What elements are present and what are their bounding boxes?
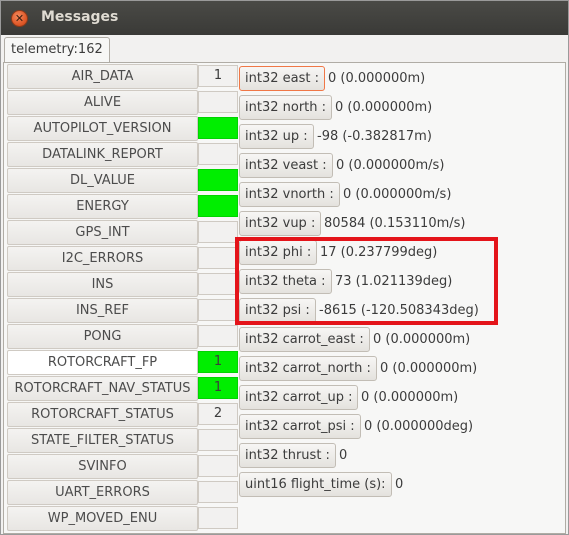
message-status-indicator: 1 [198,377,238,399]
message-status-indicator: 1 [198,65,238,87]
field-row: int32 east :0 (0.000000m) [239,64,565,93]
message-status-indicator [198,507,238,529]
message-row[interactable]: DL_VALUE [7,168,238,194]
field-label-button[interactable]: int32 carrot_north : [239,356,377,381]
field-row: uint16 flight_time (s): 0 [239,470,565,499]
message-row[interactable]: STATE_FILTER_STATUS [7,428,238,454]
message-status-indicator [198,299,238,321]
field-value: 0 (0.000000m) [335,100,433,115]
field-label-button[interactable]: int32 east : [239,66,325,91]
field-value: 0 (0.000000deg) [364,419,474,434]
message-name[interactable]: ALIVE [7,90,198,115]
message-row[interactable]: SVINFO [7,454,238,480]
message-status-indicator [198,117,238,139]
message-name[interactable]: DL_VALUE [7,168,198,193]
message-row[interactable]: AIR_DATA 1 [7,64,238,90]
message-status-indicator [198,143,238,165]
message-name[interactable]: WP_MOVED_ENU [7,506,198,531]
message-status-indicator: 1 [198,351,238,373]
message-name[interactable]: AUTOPILOT_VERSION [7,116,198,141]
message-name[interactable]: AIR_DATA [7,64,198,89]
field-label-button[interactable]: int32 carrot_east : [239,327,370,352]
message-name[interactable]: INS [7,272,198,297]
message-status-indicator [198,195,238,217]
field-row: int32 up : -98 (-0.382817m) [239,122,565,151]
messages-window: ✕ Messages telemetry:162 AIR_DATA 1 ALIVE A… [0,0,569,535]
field-value: 0 (0.000000m/s) [343,187,452,202]
message-name[interactable]: UART_ERRORS [7,480,198,505]
field-value: 80584 (0.153110m/s) [324,216,466,231]
field-row: int32 north :0 (0.000000m) [239,93,565,122]
message-row[interactable]: ROTORCRAFT_STATUS 2 [7,402,238,428]
message-row[interactable]: INS_REF [7,298,238,324]
field-label-button[interactable]: uint16 flight_time (s): [239,472,392,497]
message-name[interactable]: I2C_ERRORS [7,246,198,271]
field-row: int32 thrust :0 [239,441,565,470]
field-label-button[interactable]: int32 north : [239,95,333,120]
message-name[interactable]: ROTORCRAFT_NAV_STATUS [7,376,198,401]
message-name[interactable]: DATALINK_REPORT [7,142,198,167]
message-name[interactable]: SVINFO [7,454,198,479]
window-title: Messages [41,9,119,25]
message-row[interactable]: GPS_INT [7,220,238,246]
field-value: 0 (0.000000m) [361,390,459,405]
field-row: int32 vnorth :0 (0.000000m/s) [239,180,565,209]
field-value: 0 (0.000000m) [373,332,471,347]
message-row[interactable]: ALIVE [7,90,238,116]
message-row[interactable]: ENERGY [7,194,238,220]
message-status-indicator [198,221,238,243]
message-name[interactable]: ROTORCRAFT_FP [7,350,198,375]
message-name[interactable]: ROTORCRAFT_STATUS [7,402,198,427]
field-value: 0 [339,448,348,463]
message-name[interactable]: STATE_FILTER_STATUS [7,428,198,453]
field-label-button[interactable]: int32 vup : [239,211,322,236]
field-label-button[interactable]: int32 vnorth : [239,182,340,207]
message-row[interactable]: UART_ERRORS [7,480,238,506]
field-row: int32 vup :80584 (0.153110m/s) [239,209,565,238]
message-name[interactable]: GPS_INT [7,220,198,245]
field-row: int32 carrot_up :0 (0.000000m) [239,383,565,412]
field-value: 0 (0.000000m) [328,71,426,86]
highlight-box [235,237,498,325]
message-row[interactable]: AUTOPILOT_VERSION [7,116,238,142]
field-value: 0 (0.000000m/s) [336,158,445,173]
field-label-button[interactable]: int32 veast : [239,153,333,178]
message-list: AIR_DATA 1 ALIVE AUTOPILOT_VERSION DATALINK_… [7,64,238,532]
close-icon[interactable]: ✕ [11,10,28,27]
message-name[interactable]: INS_REF [7,298,198,323]
title-bar: ✕ Messages [1,1,568,35]
message-name[interactable]: ENERGY [7,194,198,219]
message-status-indicator [198,481,238,503]
message-status-indicator [198,169,238,191]
field-row: int32 veast :0 (0.000000m/s) [239,151,565,180]
message-row[interactable]: I2C_ERRORS [7,246,238,272]
field-label-button[interactable]: int32 carrot_psi : [239,414,361,439]
message-row[interactable]: DATALINK_REPORT [7,142,238,168]
field-row: int32 carrot_psi :0 (0.000000deg) [239,412,565,441]
message-row[interactable]: ROTORCRAFT_FP 1 [7,350,238,376]
field-label-button[interactable]: int32 carrot_up : [239,385,359,410]
message-status-indicator [198,91,238,113]
message-status-indicator [198,273,238,295]
message-row[interactable]: ROTORCRAFT_NAV_STATUS 1 [7,376,238,402]
message-status-indicator [198,455,238,477]
field-value: 0 [395,477,404,492]
message-status-indicator [198,429,238,451]
message-status-indicator [198,247,238,269]
field-row: int32 carrot_east :0 (0.000000m) [239,325,565,354]
message-row[interactable]: PONG [7,324,238,350]
field-value: 0 (0.000000m) [380,361,478,376]
message-status-indicator: 2 [198,403,238,425]
message-row[interactable]: INS [7,272,238,298]
field-value: -98 (-0.382817m) [317,129,432,144]
tab-telemetry[interactable]: telemetry:162 [4,37,110,63]
field-row: int32 carrot_north :0 (0.000000m) [239,354,565,383]
message-status-indicator [198,325,238,347]
field-label-button[interactable]: int32 up : [239,124,314,149]
field-label-button[interactable]: int32 thrust : [239,443,336,468]
message-row[interactable]: WP_MOVED_ENU [7,506,238,532]
message-name[interactable]: PONG [7,324,198,349]
